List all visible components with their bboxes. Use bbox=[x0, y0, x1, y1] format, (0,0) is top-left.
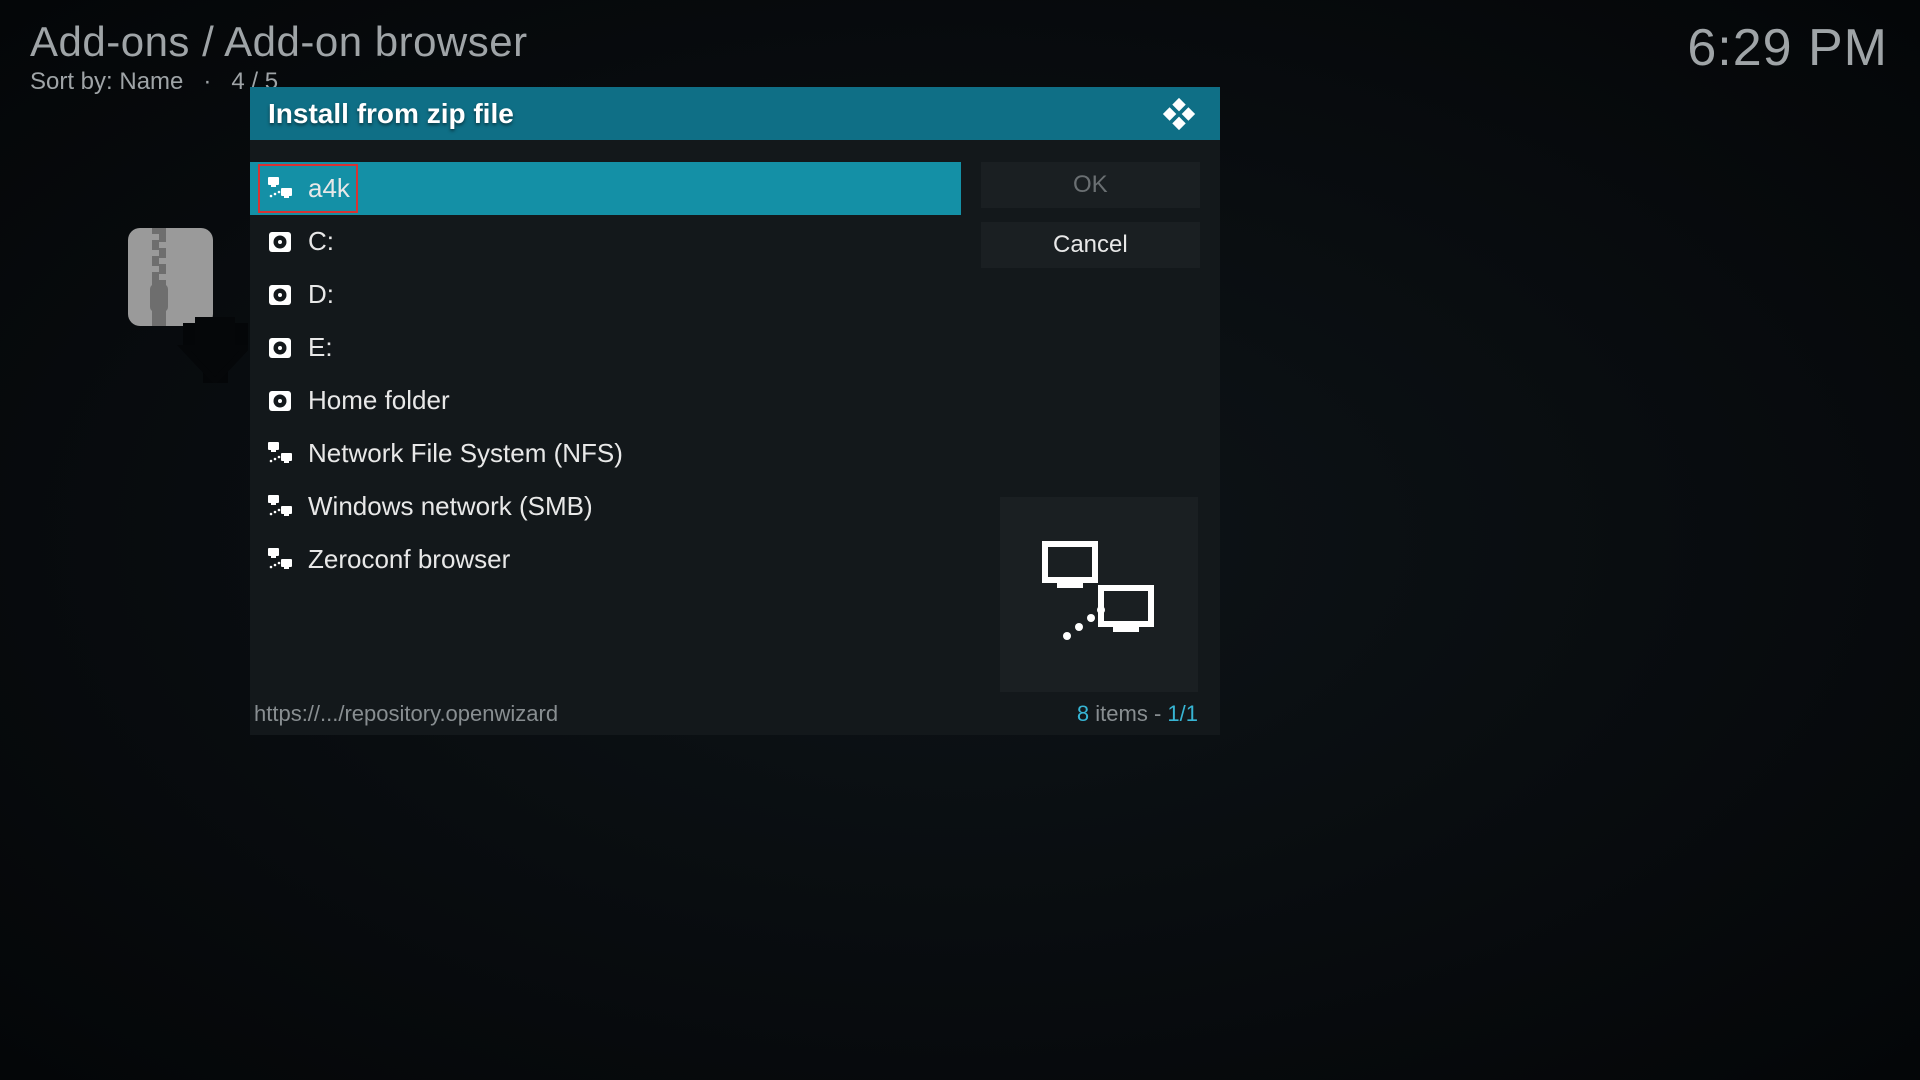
footer-items-label: items - bbox=[1089, 701, 1167, 726]
footer-path: https://.../repository.openwizard bbox=[254, 701, 558, 727]
drive-icon bbox=[268, 336, 292, 360]
footer-count: 8 items - 1/1 bbox=[1077, 701, 1198, 727]
file-row-smb[interactable]: Windows network (SMB) bbox=[250, 480, 961, 533]
file-row-label: Home folder bbox=[308, 385, 450, 416]
sort-separator: · bbox=[190, 68, 225, 95]
footer-count-number: 8 bbox=[1077, 701, 1089, 726]
sort-label: Sort by: Name bbox=[30, 68, 183, 95]
drive-icon bbox=[268, 230, 292, 254]
network-icon bbox=[268, 548, 292, 572]
file-row-label: Zeroconf browser bbox=[308, 544, 510, 575]
dialog-header: Install from zip file bbox=[250, 87, 1220, 140]
network-icon bbox=[268, 495, 292, 519]
file-row-home[interactable]: Home folder bbox=[250, 374, 961, 427]
file-row-label: E: bbox=[308, 332, 333, 363]
drive-icon bbox=[268, 283, 292, 307]
file-row-label: C: bbox=[308, 226, 334, 257]
network-icon bbox=[268, 442, 292, 466]
drive-icon bbox=[268, 389, 292, 413]
file-row-d[interactable]: D: bbox=[250, 268, 961, 321]
file-list: a4k C: D: E: bbox=[250, 162, 961, 690]
file-row-label: Windows network (SMB) bbox=[308, 491, 593, 522]
install-zip-dialog: Install from zip file a4k bbox=[250, 87, 1220, 735]
network-icon bbox=[268, 177, 292, 201]
file-row-label: Network File System (NFS) bbox=[308, 438, 623, 469]
footer-page: 1/1 bbox=[1167, 701, 1198, 726]
header: Add-ons / Add-on browser Sort by: Name ·… bbox=[30, 18, 528, 96]
zip-folder-icon bbox=[128, 228, 248, 383]
kodi-logo-icon bbox=[1160, 95, 1198, 133]
file-row-a4k[interactable]: a4k bbox=[250, 162, 961, 215]
file-row-zeroconf[interactable]: Zeroconf browser bbox=[250, 533, 961, 586]
file-row-nfs[interactable]: Network File System (NFS) bbox=[250, 427, 961, 480]
file-row-c[interactable]: C: bbox=[250, 215, 961, 268]
preview-thumbnail bbox=[1000, 497, 1198, 692]
ok-button[interactable]: OK bbox=[981, 162, 1200, 208]
dialog-footer: https://.../repository.openwizard 8 item… bbox=[254, 701, 1198, 727]
file-row-label: a4k bbox=[308, 173, 350, 204]
clock: 6:29 PM bbox=[1687, 18, 1888, 78]
file-row-e[interactable]: E: bbox=[250, 321, 961, 374]
file-row-label: D: bbox=[308, 279, 334, 310]
dialog-title: Install from zip file bbox=[268, 98, 514, 130]
breadcrumb: Add-ons / Add-on browser bbox=[30, 18, 528, 66]
cancel-button[interactable]: Cancel bbox=[981, 222, 1200, 268]
